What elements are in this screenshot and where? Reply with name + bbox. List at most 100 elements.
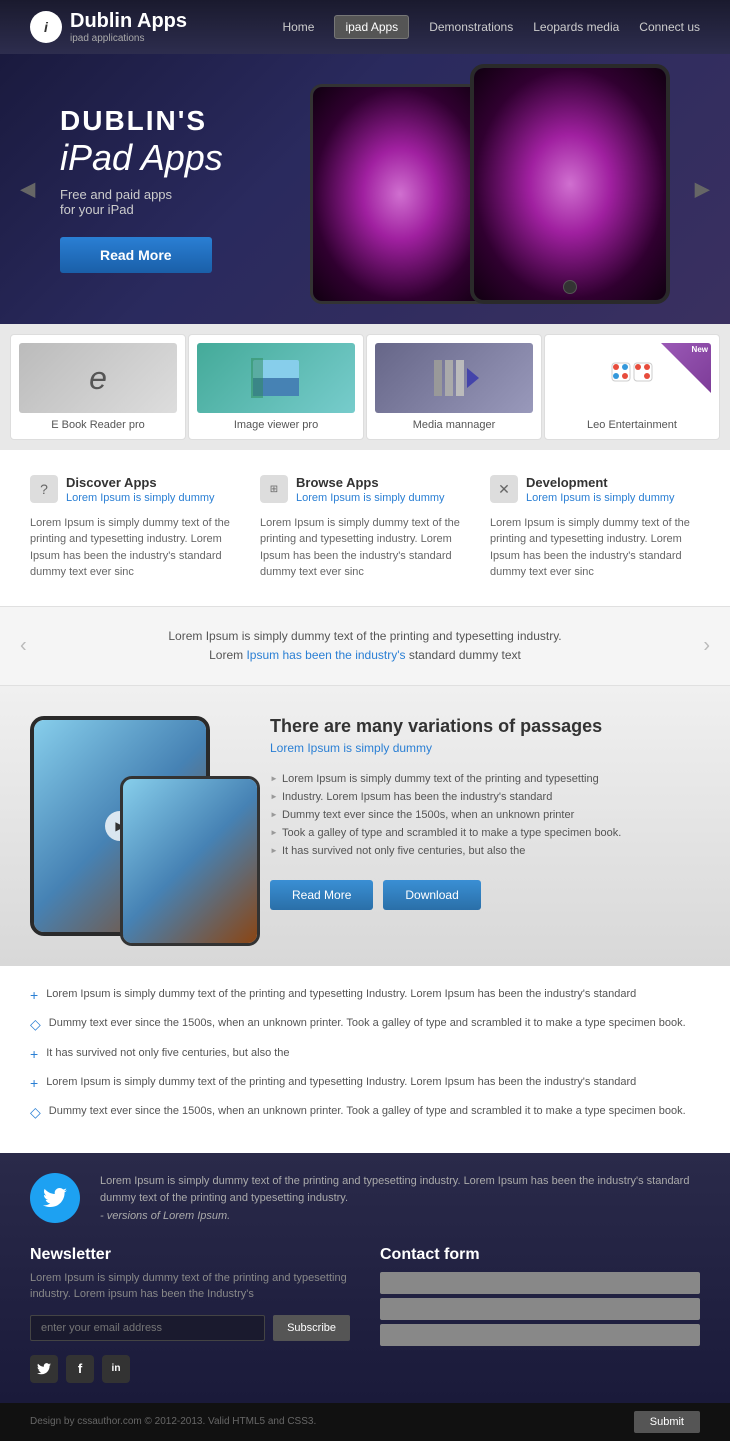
showcase-download-button[interactable]: Download (383, 880, 480, 910)
hero-section: ◀ DUBLIN'S iPad Apps Free and paid appsf… (0, 54, 730, 324)
new-badge: New (661, 343, 711, 393)
ipad-home-button (563, 280, 577, 294)
app-card-media[interactable]: Media mannager (366, 334, 542, 440)
bullet-item: + Lorem Ipsum is simply dummy text of th… (30, 1074, 700, 1091)
site-tagline: ipad applications (70, 33, 187, 44)
app-label-imageviewer: Image viewer pro (234, 419, 318, 431)
hero-content: DUBLIN'S iPad Apps Free and paid appsfor… (0, 75, 300, 303)
contact-field-1[interactable] (380, 1272, 700, 1294)
hero-images (310, 64, 670, 304)
nav-leopards[interactable]: Leopards media (533, 20, 619, 34)
main-nav: Home ipad Apps Demonstrations Leopards m… (282, 15, 700, 39)
nav-demonstrations[interactable]: Demonstrations (429, 20, 513, 34)
app-card-imageviewer[interactable]: Image viewer pro (188, 334, 364, 440)
feature-browse-header: ⊞ Browse Apps Lorem Ipsum is simply dumm… (260, 475, 470, 507)
feature-development-header: ✕ Development Lorem Ipsum is simply dumm… (490, 475, 700, 507)
copyright-text: Design by cssauthor.com © 2012-2013. Val… (30, 1416, 316, 1427)
hero-prev-arrow[interactable]: ◀ (20, 177, 35, 202)
bullet-icon: ◇ (30, 1016, 41, 1033)
feature-browse: ⊞ Browse Apps Lorem Ipsum is simply dumm… (260, 475, 470, 581)
showcase-section: ▶ There are many variations of passages … (0, 686, 730, 966)
app-label-leo: Leo Entertainment (587, 419, 677, 431)
bullet-item: ◇ Dummy text ever since the 1500s, when … (30, 1103, 700, 1121)
features-section: ? Discover Apps Lorem Ipsum is simply du… (0, 450, 730, 606)
bullets-section: + Lorem Ipsum is simply dummy text of th… (0, 966, 730, 1153)
newsletter-body: Lorem Ipsum is simply dummy text of the … (30, 1270, 350, 1303)
ipad-front (470, 64, 670, 304)
hero-line2: iPad Apps (60, 137, 270, 179)
twitter-social-button[interactable] (30, 1355, 58, 1383)
bullet-icon: + (30, 987, 38, 1003)
app-icon-ebook: e (19, 343, 177, 413)
facebook-social-button[interactable]: f (66, 1355, 94, 1383)
bullet-icon: + (30, 1046, 38, 1062)
feature-discover-header: ? Discover Apps Lorem Ipsum is simply du… (30, 475, 240, 507)
discover-icon: ? (30, 475, 58, 503)
footer-section: Lorem Ipsum is simply dummy text of the … (0, 1153, 730, 1403)
nav-home[interactable]: Home (282, 20, 314, 34)
list-item: Industry. Lorem Ipsum has been the indus… (270, 788, 700, 806)
contact-form-section: Contact form (380, 1246, 700, 1383)
showcase-read-more-button[interactable]: Read More (270, 880, 373, 910)
ipad-back (310, 84, 490, 304)
contact-field-3[interactable] (380, 1324, 700, 1346)
browse-icon: ⊞ (260, 475, 288, 503)
logo-area: i Dublin Apps ipad applications (30, 10, 187, 44)
bullet-item: ◇ Dummy text ever since the 1500s, when … (30, 1015, 700, 1033)
feature-browse-title: Browse Apps Lorem Ipsum is simply dummy (296, 475, 445, 507)
ipad-front-screen (474, 68, 666, 300)
nav-ipad-apps[interactable]: ipad Apps (334, 15, 409, 39)
showcase-title: There are many variations of passages (270, 716, 700, 737)
footer-bar: Design by cssauthor.com © 2012-2013. Val… (0, 1403, 730, 1441)
hero-line1: DUBLIN'S (60, 105, 270, 137)
app-icon-imageviewer (197, 343, 355, 413)
footer-top: Lorem Ipsum is simply dummy text of the … (30, 1173, 700, 1226)
apps-row: e E Book Reader pro Image viewer pro Med… (0, 324, 730, 450)
hero-read-more-button[interactable]: Read More (60, 237, 212, 273)
showcase-screen-small (123, 779, 257, 943)
list-item: Dummy text ever since the 1500s, when an… (270, 806, 700, 824)
newsletter-section: Newsletter Lorem Ipsum is simply dummy t… (30, 1246, 350, 1383)
app-card-leo[interactable]: New Leo Entertainment (544, 334, 720, 440)
nav-connect[interactable]: Connect us (639, 20, 700, 34)
submit-button[interactable]: Submit (634, 1411, 700, 1433)
newsletter-email-input[interactable] (30, 1315, 265, 1341)
list-item: Took a galley of type and scrambled it t… (270, 824, 700, 842)
hero-desc: Free and paid appsfor your iPad (60, 187, 270, 217)
social-links: f in (30, 1355, 350, 1383)
app-card-ebook[interactable]: e E Book Reader pro (10, 334, 186, 440)
list-item: Lorem Ipsum is simply dummy text of the … (270, 770, 700, 788)
feature-discover-title: Discover Apps Lorem Ipsum is simply dumm… (66, 475, 215, 507)
logo-text: Dublin Apps ipad applications (70, 10, 187, 44)
feature-development-title: Development Lorem Ipsum is simply dummy (526, 475, 675, 507)
subscribe-button[interactable]: Subscribe (273, 1315, 350, 1341)
contact-field-2[interactable] (380, 1298, 700, 1320)
showcase-content: There are many variations of passages Lo… (270, 716, 700, 936)
bullet-item: + It has survived not only five centurie… (30, 1045, 700, 1062)
logo-icon: i (30, 11, 62, 43)
newsletter-title: Newsletter (30, 1246, 350, 1264)
twitter-content: Lorem Ipsum is simply dummy text of the … (100, 1173, 700, 1226)
app-icon-media (375, 343, 533, 413)
showcase-buttons: Read More Download (270, 880, 700, 910)
list-item: It has survived not only five centuries,… (270, 842, 700, 860)
testimonial-line2: Lorem Ipsum has been the industry's stan… (60, 646, 670, 665)
twitter-icon (30, 1173, 80, 1223)
bullet-icon: + (30, 1075, 38, 1091)
showcase-sub: Lorem Ipsum is simply dummy (270, 741, 700, 755)
showcase-ipad-small (120, 776, 260, 946)
newsletter-input-row: Subscribe (30, 1315, 350, 1341)
contact-form-title: Contact form (380, 1246, 700, 1264)
hero-next-arrow[interactable]: ▶ (695, 177, 710, 202)
testimonial-line1: Lorem Ipsum is simply dummy text of the … (60, 627, 670, 646)
feature-discover: ? Discover Apps Lorem Ipsum is simply du… (30, 475, 240, 581)
testimonial-prev[interactable]: ‹ (20, 634, 27, 657)
ipad-back-screen (313, 87, 487, 301)
testimonial-next[interactable]: › (703, 634, 710, 657)
linkedin-social-button[interactable]: in (102, 1355, 130, 1383)
development-icon: ✕ (490, 475, 518, 503)
bullet-item: + Lorem Ipsum is simply dummy text of th… (30, 986, 700, 1003)
testimonial-section: ‹ Lorem Ipsum is simply dummy text of th… (0, 606, 730, 686)
app-label-ebook: E Book Reader pro (51, 419, 145, 431)
app-label-media: Media mannager (413, 419, 496, 431)
